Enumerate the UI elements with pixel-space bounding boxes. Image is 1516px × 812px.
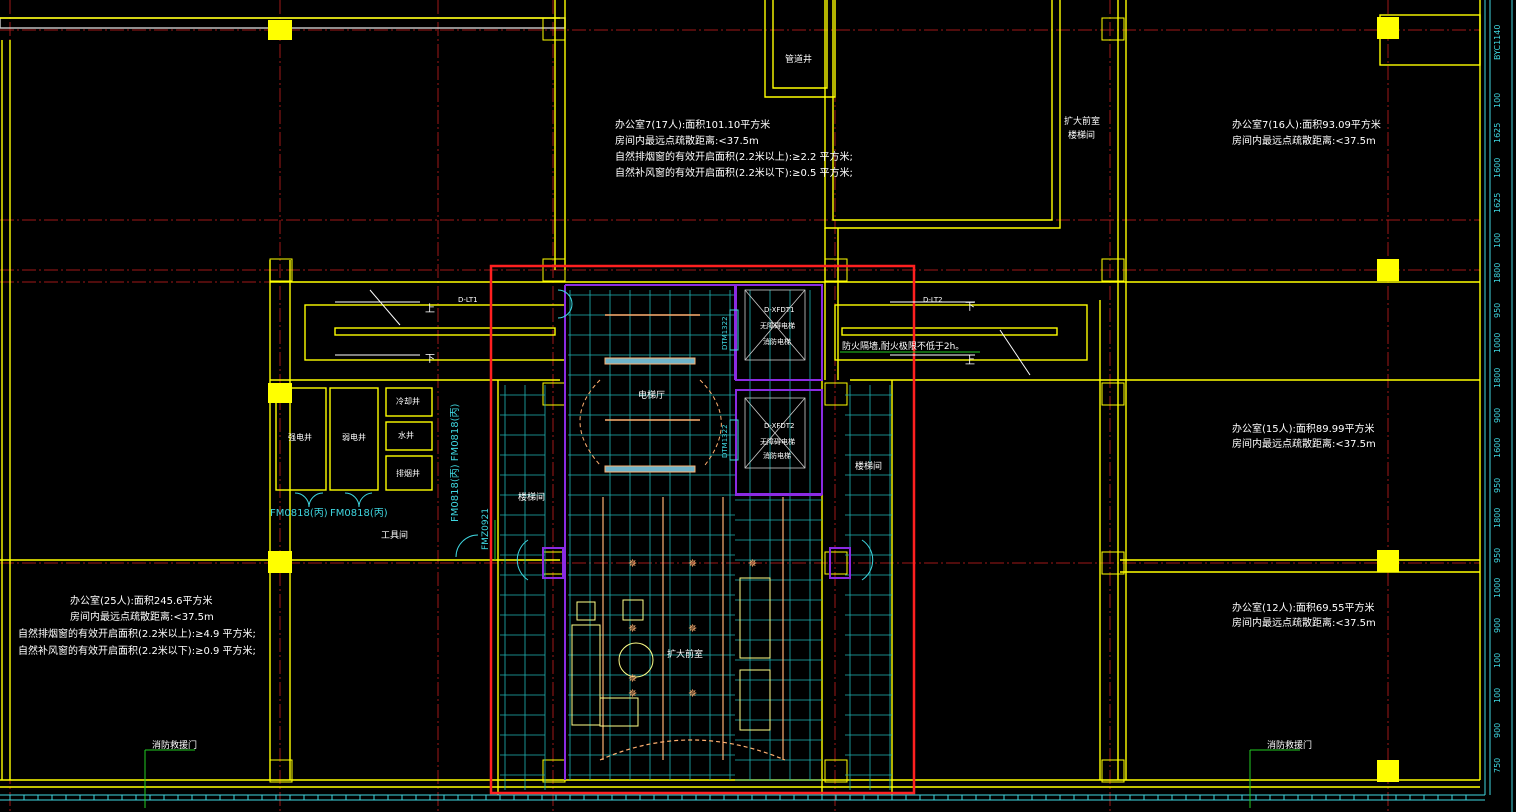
door-fm0818-vertical: FM0818(丙) FM0818(丙) xyxy=(450,403,461,522)
ceiling-light-icon: ✵ xyxy=(748,557,757,570)
weak-elec-label: 弱电井 xyxy=(342,432,366,442)
office-top-right-line2: 房间内最远点疏散距离:<37.5m xyxy=(1232,134,1376,147)
ceiling-light-icon: ✵ xyxy=(628,672,637,685)
dimension-label: 950 xyxy=(1493,303,1502,318)
dimension-label: 900 xyxy=(1493,618,1502,633)
dimension-label: 1800 xyxy=(1493,508,1502,528)
enlarged-lobby-label: 扩大前室 xyxy=(667,648,703,660)
dimension-label: 750 xyxy=(1493,758,1502,773)
strong-elec-label: 强电井 xyxy=(288,432,312,442)
door-fm0818-a: FM0818(丙) xyxy=(270,508,328,519)
door-fm0818-b: FM0818(丙) xyxy=(330,508,388,519)
office7-line4: 自然补风窗的有效开启面积(2.2米以下):≥0.5 平方米; xyxy=(615,166,853,179)
dimension-label: 1600 xyxy=(1493,158,1502,178)
stair-room-right-label: 楼梯间 xyxy=(855,460,882,472)
office7-line2: 房间内最远点疏散距离:<37.5m xyxy=(615,134,759,147)
fire-elevator-2-id: D-XFDT2 xyxy=(764,422,795,430)
office7-line3: 自然排烟窗的有效开启面积(2.2米以上):≥2.2 平方米; xyxy=(615,150,853,163)
dimension-label: 900 xyxy=(1493,723,1502,738)
elevator-hall-label: 电梯厅 xyxy=(638,389,665,401)
dimension-label: 1625 xyxy=(1493,193,1502,213)
door-fm-a0921: FMZ0921 xyxy=(481,508,491,550)
office-left-line1: 办公室(25人):面积245.6平方米 xyxy=(70,594,213,607)
fire-stair-top-1: 扩大前室 xyxy=(1064,115,1100,127)
dimension-label: 900 xyxy=(1493,408,1502,423)
stair-right-id: D-LT2 xyxy=(923,296,943,304)
dimension-label: 100 xyxy=(1493,233,1502,248)
office-mid-right-line1: 办公室(15人):面积89.99平方米 xyxy=(1232,422,1375,435)
dimension-label: 1000 xyxy=(1493,578,1502,598)
dimension-label: 1800 xyxy=(1493,368,1502,388)
office7-line1: 办公室7(17人):面积101.10平方米 xyxy=(615,118,770,131)
ceiling-light-icon: ✵ xyxy=(628,687,637,700)
dimension-label: 1800 xyxy=(1493,263,1502,283)
office-left-line3: 自然排烟窗的有效开启面积(2.2米以上):≥4.9 平方米; xyxy=(18,627,256,640)
door-d2: DTM1322 xyxy=(721,424,729,458)
stair-left-id: D-LT1 xyxy=(458,296,478,304)
dimension-label: 100 xyxy=(1493,93,1502,108)
stair-left-up: 上 xyxy=(425,303,435,315)
stair-right-down: 下 xyxy=(965,302,975,313)
ceiling-light-icon: ✵ xyxy=(688,687,697,700)
stair-room-left-label: 楼梯间 xyxy=(518,491,545,503)
dimension-label: 100 xyxy=(1493,688,1502,703)
fire-elevator-1-id: D-XFDT1 xyxy=(764,306,795,314)
ceiling-light-icon: ✵ xyxy=(688,622,697,635)
office-mid-right-line2: 房间内最远点疏散距离:<37.5m xyxy=(1232,437,1376,450)
ceiling-light-icon: ✵ xyxy=(688,557,697,570)
smoke-well-label: 排烟井 xyxy=(396,468,420,478)
office-left-line2: 房间内最远点疏散距离:<37.5m xyxy=(70,610,214,623)
stair-right-up: 上 xyxy=(965,355,975,367)
dimension-label: 100 xyxy=(1493,653,1502,668)
dimension-label: 1600 xyxy=(1493,438,1502,458)
dimension-label: 950 xyxy=(1493,478,1502,493)
office-low-right-line1: 办公室(12人):面积69.55平方米 xyxy=(1232,601,1375,614)
ceiling-light-icon: ✵ xyxy=(628,557,637,570)
fire-elevator-1-use: 消防电梯 xyxy=(763,337,791,346)
office-top-right-line1: 办公室7(16人):面积93.09平方米 xyxy=(1232,118,1381,131)
door-d1: DTM1322 xyxy=(721,316,729,350)
office-left-line4: 自然补风窗的有效开启面积(2.2米以下):≥0.9 平方米; xyxy=(18,644,256,657)
office-low-right-line2: 房间内最远点疏散距离:<37.5m xyxy=(1232,616,1376,629)
tool-room-label: 工具间 xyxy=(381,529,408,541)
fire-stair-top-2: 楼梯间 xyxy=(1068,129,1095,141)
water-well-label: 水井 xyxy=(398,430,414,440)
fire-elevator-2-use: 消防电梯 xyxy=(763,451,791,460)
fire-elevator-1-type: 无障碍电梯 xyxy=(760,321,795,330)
pipe-shaft-label: 管道井 xyxy=(785,53,812,65)
fire-elevator-2-type: 无障碍电梯 xyxy=(760,437,795,446)
right-column-label: BYC1140 xyxy=(1493,25,1502,60)
stair-left-down: 下 xyxy=(425,354,435,365)
dimension-label: 950 xyxy=(1493,548,1502,563)
cold-water-label: 冷却井 xyxy=(396,396,420,406)
fire-rescue-door-right-label: 消防救援门 xyxy=(1267,739,1312,751)
cad-floor-plan-canvas[interactable]: ✵ ✵ ✵ ✵ ✵ ✵ ✵ ✵ 办公室7(17人):面积101.10平方米 房间内最远… xyxy=(0,0,1516,812)
dimension-label: 1625 xyxy=(1493,123,1502,143)
fire-rescue-door-left-label: 消防救援门 xyxy=(152,739,197,751)
dimension-label: 1000 xyxy=(1493,333,1502,353)
ceiling-light-icon: ✵ xyxy=(628,622,637,635)
fire-wall-note: 防火隔墙,耐火极限不低于2h。 xyxy=(842,340,964,352)
